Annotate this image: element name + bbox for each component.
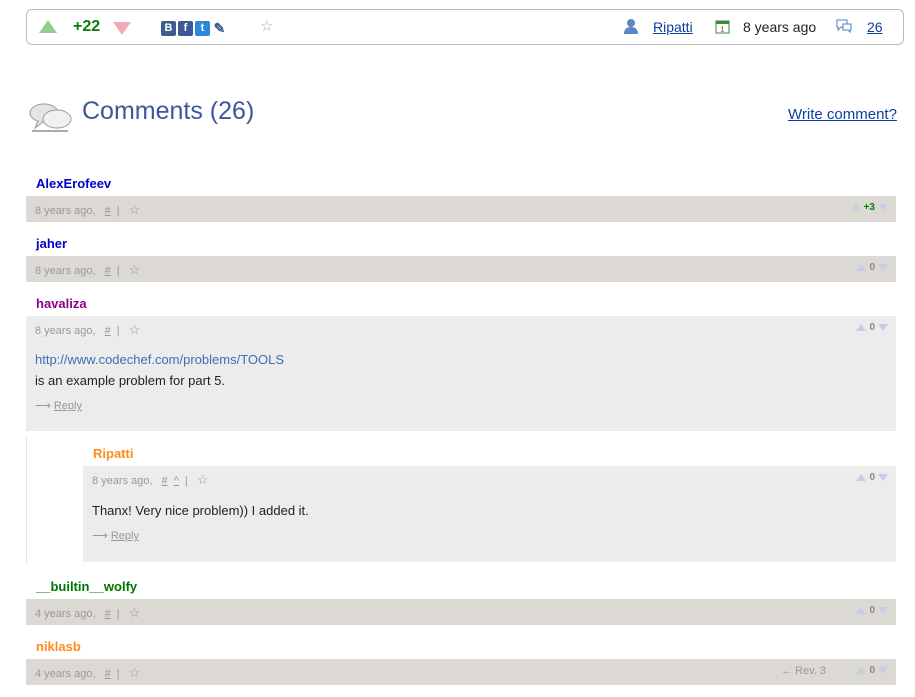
topic-rating: +22 — [73, 18, 101, 35]
comment-vote: 0 — [856, 262, 888, 273]
comment-rating: 0 — [869, 605, 875, 616]
comment-meta: 8 years ago, # ^ | ☆ — [92, 472, 209, 487]
twitter-icon[interactable]: t — [195, 21, 210, 36]
comment-text: http://www.codechef.com/problems/TOOLS i… — [35, 349, 284, 391]
vote-down-icon[interactable] — [878, 473, 888, 481]
permalink-link[interactable]: # — [162, 475, 168, 487]
favorite-star-icon[interactable]: ☆ — [129, 262, 141, 277]
vote-down-icon[interactable] — [878, 323, 888, 331]
reply-link[interactable]: ⟶ Reply — [92, 529, 139, 542]
comment-vote: 0 — [856, 322, 888, 333]
comment-rating: 0 — [869, 262, 875, 273]
comment: __builtin__wolfy 4 years ago, # | ☆ 0 — [26, 579, 896, 625]
favorite-star-icon[interactable]: ☆ — [129, 322, 141, 337]
topic-info-bar: +22 B f t ✎ ☆ Ripatti 1 8 years ago 26 — [26, 9, 904, 45]
reply-arrow-icon: ⟶ — [35, 400, 51, 412]
calendar-icon: 1 — [715, 19, 730, 37]
facebook-icon[interactable]: f — [178, 21, 193, 36]
comment-time: 8 years ago, — [35, 205, 96, 217]
comment-meta: 4 years ago, # | ☆ — [35, 605, 141, 620]
problem-link[interactable]: http://www.codechef.com/problems/TOOLS — [35, 352, 284, 367]
vote-up-icon[interactable] — [850, 203, 861, 211]
comment-info-bar: 4 years ago, # | ☆ 0 — [26, 599, 896, 625]
comment-time: 4 years ago, — [35, 608, 96, 620]
user-icon — [623, 18, 639, 38]
write-comment-link[interactable]: Write comment? — [788, 106, 897, 123]
comment-meta: 8 years ago, # | ☆ — [35, 322, 141, 337]
comment-time: 4 years ago, — [35, 668, 96, 680]
vote-down-icon[interactable] — [878, 203, 888, 211]
author-link[interactable]: Ripatti — [653, 19, 693, 35]
comment-author[interactable]: Ripatti — [93, 446, 133, 461]
comment-time: 8 years ago, — [92, 475, 153, 487]
permalink-link[interactable]: # — [105, 325, 111, 337]
favorite-star-icon[interactable]: ☆ — [197, 472, 209, 487]
comment-bubble-icon — [835, 18, 853, 37]
vk-icon[interactable]: B — [161, 21, 176, 36]
vote-down-icon[interactable] — [878, 606, 888, 614]
comment-rating: 0 — [869, 472, 875, 483]
vote-down-icon[interactable] — [113, 22, 131, 35]
comment-vote: 0 — [856, 665, 888, 676]
comment-rating: 0 — [869, 665, 875, 676]
comment-vote: 0 — [856, 605, 888, 616]
thread-line — [26, 437, 27, 564]
comment-author[interactable]: AlexErofeev — [36, 176, 111, 191]
comment-rating: +3 — [863, 202, 875, 213]
comment-author[interactable]: __builtin__wolfy — [36, 579, 137, 594]
favorite-star-icon[interactable]: ☆ — [129, 202, 141, 217]
parent-comment-link[interactable]: ^ — [174, 475, 179, 487]
pencil-icon[interactable]: ✎ — [212, 21, 227, 36]
permalink-link[interactable]: # — [105, 205, 111, 217]
comments-bubbles-icon — [28, 100, 74, 137]
comment-reply: Ripatti 8 years ago, # ^ | ☆ 0 Thanx! Very… — [83, 446, 896, 564]
publish-date: 8 years ago — [743, 19, 817, 35]
permalink-link[interactable]: # — [105, 608, 111, 620]
revision-link[interactable]: ← Rev. 3 — [781, 665, 826, 677]
permalink-link[interactable]: # — [105, 265, 111, 277]
comment-author[interactable]: havaliza — [36, 296, 87, 311]
comment: havaliza 8 years ago, # | ☆ 0 http://www.… — [26, 296, 896, 431]
vote-up-icon[interactable] — [856, 666, 867, 674]
comments-title: Comments (26) — [82, 97, 255, 125]
comment-author[interactable]: jaher — [36, 236, 67, 251]
comment-meta: 8 years ago, # | ☆ — [35, 262, 141, 277]
comment-text: Thanx! Very nice problem)) I added it. — [92, 503, 309, 518]
comment: jaher 8 years ago, # | ☆ 0 — [26, 236, 896, 282]
comment: niklasb 4 years ago, # | ☆ ← Rev. 3 0 — [26, 639, 896, 685]
comment-author[interactable]: niklasb — [36, 639, 81, 654]
comment-meta: 8 years ago, # | ☆ — [35, 202, 141, 217]
vote-up-icon[interactable] — [856, 323, 867, 331]
comment-vote: 0 — [856, 472, 888, 483]
vote-up-icon[interactable] — [39, 20, 57, 33]
comment-vote: +3 — [850, 202, 888, 213]
reply-link[interactable]: ⟶ Reply — [35, 399, 82, 412]
comment-rating: 0 — [869, 322, 875, 333]
comment-meta: 4 years ago, # | ☆ — [35, 665, 141, 680]
vote-down-icon[interactable] — [878, 666, 888, 674]
comment-info-bar: 4 years ago, # | ☆ ← Rev. 3 0 — [26, 659, 896, 685]
comment-count-link[interactable]: 26 — [867, 19, 883, 35]
reply-label[interactable]: Reply — [111, 530, 139, 542]
reply-label[interactable]: Reply — [54, 400, 82, 412]
comment-info-bar: 8 years ago, # | ☆ +3 — [26, 196, 896, 222]
vote-down-icon[interactable] — [878, 263, 888, 271]
favorite-star-icon[interactable]: ☆ — [129, 605, 141, 620]
vote-up-icon[interactable] — [856, 263, 867, 271]
comment-body-box: 8 years ago, # ^ | ☆ 0 Thanx! Very nice pr… — [83, 466, 896, 562]
vote-up-icon[interactable] — [856, 473, 867, 481]
favorite-star-icon[interactable]: ☆ — [260, 17, 273, 35]
comment-time: 8 years ago, — [35, 325, 96, 337]
favorite-star-icon[interactable]: ☆ — [129, 665, 141, 680]
comment-body-box: 8 years ago, # | ☆ 0 http://www.codechef.… — [26, 316, 896, 431]
comment-info-bar: 8 years ago, # | ☆ 0 — [26, 256, 896, 282]
comment-time: 8 years ago, — [35, 265, 96, 277]
vote-up-icon[interactable] — [856, 606, 867, 614]
svg-text:1: 1 — [721, 27, 725, 34]
permalink-link[interactable]: # — [105, 668, 111, 680]
comment-text-line: is an example problem for part 5. — [35, 373, 226, 388]
reply-arrow-icon: ⟶ — [92, 530, 108, 542]
comment: AlexErofeev 8 years ago, # | ☆ +3 — [26, 176, 896, 222]
